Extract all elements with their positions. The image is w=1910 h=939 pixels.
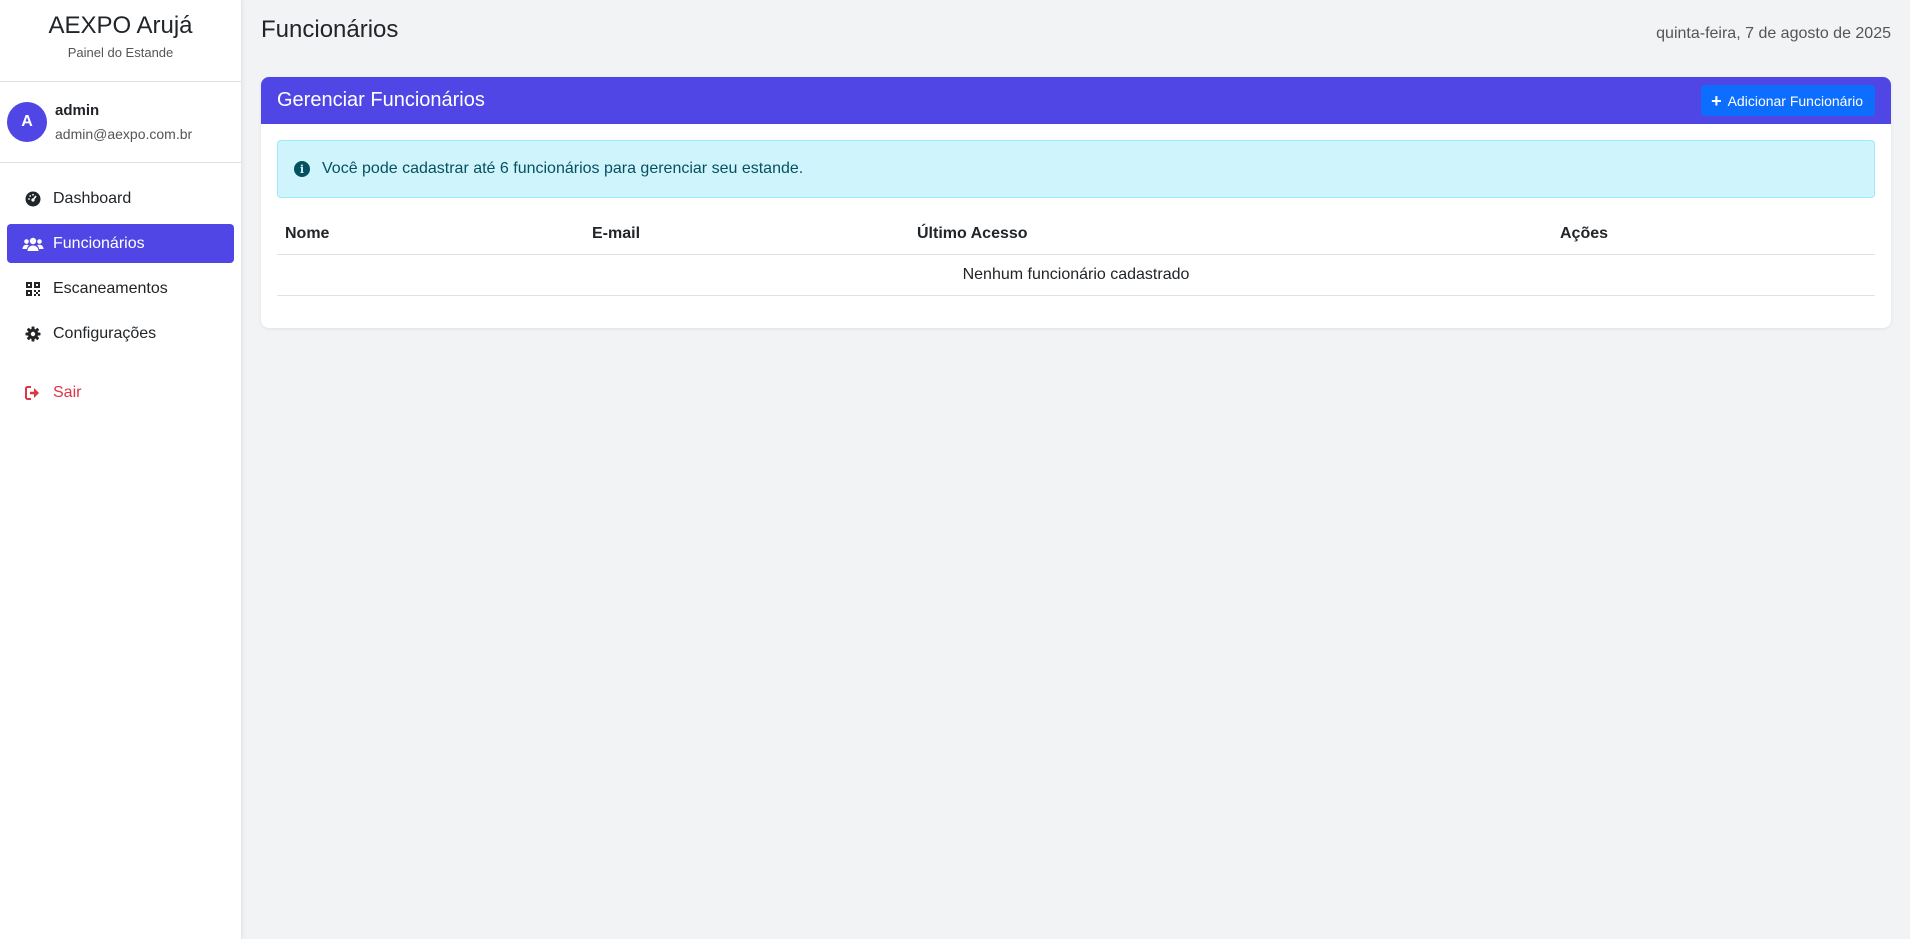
sidebar-item-funcionarios[interactable]: Funcionários xyxy=(7,224,234,263)
user-info: admin admin@aexpo.com.br xyxy=(55,102,192,142)
current-date: quinta-feira, 7 de agosto de 2025 xyxy=(1656,25,1891,42)
user-panel: A admin admin@aexpo.com.br xyxy=(0,82,241,163)
info-alert: i Você pode cadastrar até 6 funcionários… xyxy=(277,140,1875,198)
user-email: admin@aexpo.com.br xyxy=(55,126,193,142)
sidebar-nav: Dashboard Funcionários Escaneamentos Con… xyxy=(0,179,241,412)
plus-icon: + xyxy=(1711,90,1722,111)
info-icon: i xyxy=(294,161,310,177)
sidebar: AEXPO Arujá Painel do Estande A admin ad… xyxy=(0,0,242,939)
sidebar-item-label: Escaneamentos xyxy=(53,279,168,297)
table-row: Nenhum funcionário cadastrado xyxy=(277,254,1875,296)
brand-subtitle: Painel do Estande xyxy=(67,45,174,60)
brand: AEXPO Arujá Painel do Estande xyxy=(0,0,241,82)
sign-out-icon xyxy=(22,384,44,402)
table-header-row: Nome E-mail Último Acesso Ações xyxy=(277,214,1875,255)
employees-table: Nome E-mail Último Acesso Ações Nenhum f… xyxy=(277,214,1875,296)
card-body: i Você pode cadastrar até 6 funcionários… xyxy=(261,124,1891,328)
page-title: Funcionários xyxy=(261,16,399,43)
empty-table-message: Nenhum funcionário cadastrado xyxy=(277,254,1875,296)
card-header: Gerenciar Funcionários + Adicionar Funci… xyxy=(261,77,1891,124)
sidebar-item-label: Configurações xyxy=(53,324,157,342)
logout-button[interactable]: Sair xyxy=(7,373,234,412)
brand-title: AEXPO Arujá xyxy=(48,12,193,39)
card-title: Gerenciar Funcionários xyxy=(277,89,485,111)
sidebar-item-label: Funcionários xyxy=(53,234,145,252)
app-root: AEXPO Arujá Painel do Estande A admin ad… xyxy=(0,0,1910,939)
sidebar-item-configuracoes[interactable]: Configurações xyxy=(7,314,234,353)
info-alert-text: Você pode cadastrar até 6 funcionários p… xyxy=(322,160,804,177)
add-employee-label: Adicionar Funcionário xyxy=(1727,92,1863,109)
avatar: A xyxy=(7,102,47,142)
column-header-acoes: Ações xyxy=(1552,214,1875,255)
user-name: admin xyxy=(55,102,100,119)
column-header-nome: Nome xyxy=(277,214,584,255)
page-header: Funcionários quinta-feira, 7 de agosto d… xyxy=(261,0,1891,77)
employees-card: Gerenciar Funcionários + Adicionar Funci… xyxy=(261,77,1891,328)
column-header-ultimo-acesso: Último Acesso xyxy=(909,214,1552,255)
gear-icon xyxy=(22,325,44,343)
qrcode-icon xyxy=(22,280,44,298)
column-header-email: E-mail xyxy=(584,214,909,255)
sidebar-item-escaneamentos[interactable]: Escaneamentos xyxy=(7,269,234,308)
add-employee-button[interactable]: + Adicionar Funcionário xyxy=(1701,85,1875,116)
sidebar-item-dashboard[interactable]: Dashboard xyxy=(7,179,234,218)
main-content: Funcionários quinta-feira, 7 de agosto d… xyxy=(242,0,1910,939)
gauge-icon xyxy=(22,190,44,208)
logout-label: Sair xyxy=(53,383,82,401)
sidebar-item-label: Dashboard xyxy=(53,189,132,207)
users-icon xyxy=(22,235,44,253)
